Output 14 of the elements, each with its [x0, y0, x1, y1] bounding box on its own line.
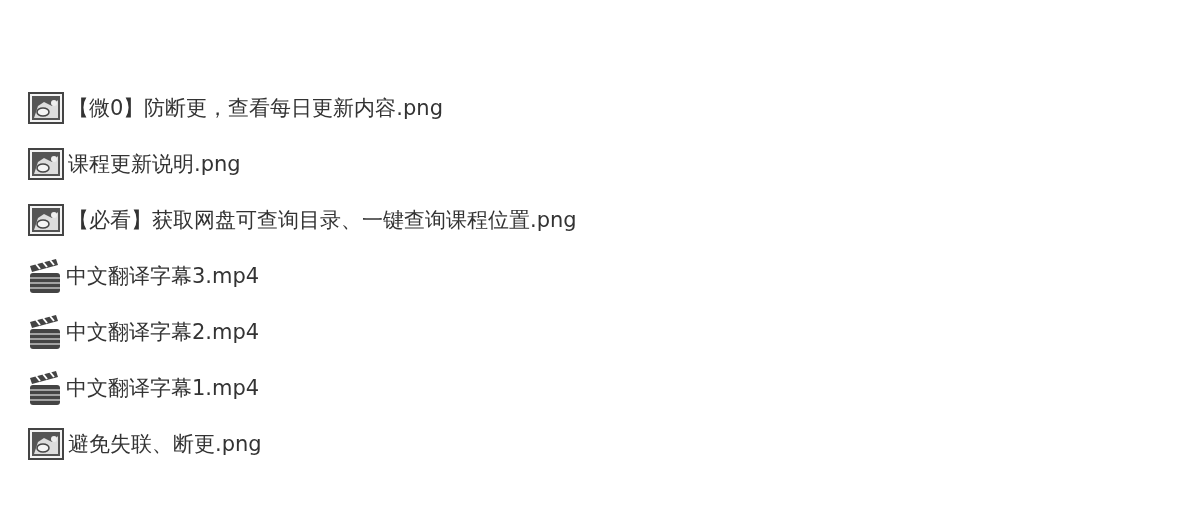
image-file-icon: [28, 428, 64, 460]
file-name[interactable]: 【微0】防断更，查看每日更新内容.png: [68, 94, 443, 122]
file-name[interactable]: 课程更新说明.png: [68, 150, 241, 178]
image-file-icon: [28, 92, 64, 124]
clapperboard-icon: [28, 314, 62, 350]
file-name[interactable]: 【必看】获取网盘可查询目录、一键查询课程位置.png: [68, 206, 577, 234]
clapperboard-icon: [28, 258, 62, 294]
file-name[interactable]: 中文翻译字幕3.mp4: [66, 262, 260, 290]
image-file-icon: [28, 148, 64, 180]
file-name[interactable]: 中文翻译字幕2.mp4: [66, 318, 260, 346]
file-name[interactable]: 中文翻译字幕1.mp4: [66, 374, 260, 402]
image-file-icon: [28, 204, 64, 236]
file-name[interactable]: 避免失联、断更.png: [68, 430, 262, 458]
clapperboard-icon: [28, 370, 62, 406]
